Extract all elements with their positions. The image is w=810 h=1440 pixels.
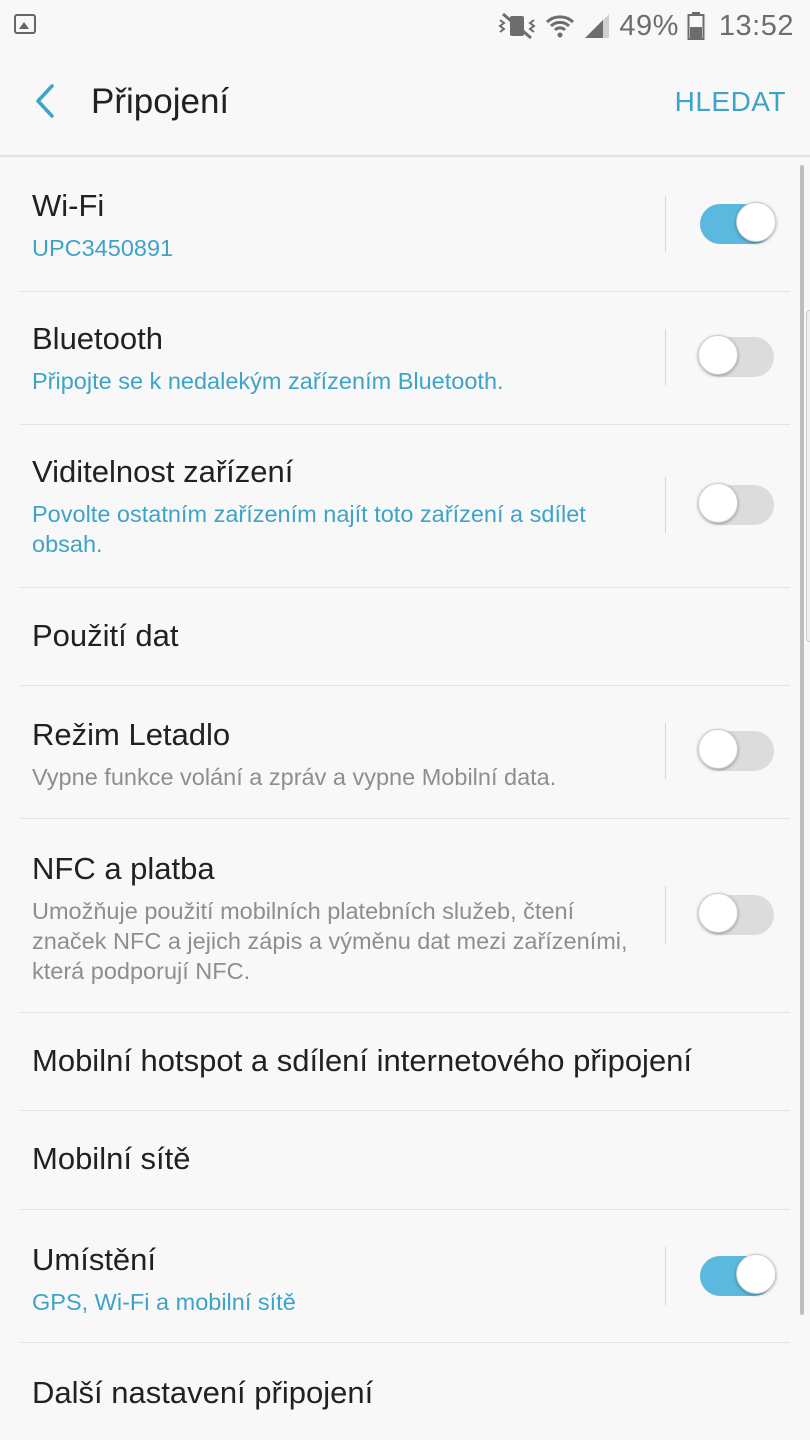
setting-title: NFC a platba <box>32 851 215 886</box>
setting-subtitle: Připojte se k nedalekým zařízením Blueto… <box>32 368 504 394</box>
setting-title: Bluetooth <box>32 321 163 356</box>
setting-row-visibility[interactable]: Viditelnost zařízení Povolte ostatním za… <box>20 424 790 588</box>
wifi-icon <box>545 11 575 41</box>
setting-row-more-connection-settings[interactable]: Další nastavení připojení <box>20 1342 790 1440</box>
back-button[interactable] <box>22 76 68 130</box>
toggle-knob <box>698 335 738 375</box>
search-button[interactable]: HLEDAT <box>675 86 786 118</box>
setting-row-airplane-mode[interactable]: Režim Letadlo Vypne funkce volání a zprá… <box>20 685 790 819</box>
setting-row-hotspot[interactable]: Mobilní hotspot a sdílení internetového … <box>20 1012 790 1111</box>
page-title: Připojení <box>91 82 230 121</box>
visibility-toggle[interactable] <box>698 483 774 525</box>
status-bar: 49% 13:52 <box>0 0 810 52</box>
battery-icon <box>687 11 705 41</box>
divider <box>665 886 666 944</box>
status-icons: 49% 13:52 <box>497 8 794 44</box>
setting-title: Další nastavení připojení <box>32 1375 374 1410</box>
wifi-toggle[interactable] <box>700 202 776 244</box>
setting-subtitle: Povolte ostatním zařízením najít toto za… <box>32 501 586 557</box>
nfc-toggle[interactable] <box>698 893 774 935</box>
signal-icon <box>583 11 611 41</box>
setting-subtitle: Vypne funkce volání a zpráv a vypne Mobi… <box>32 764 557 790</box>
setting-row-wifi[interactable]: Wi-Fi UPC3450891 <box>20 158 790 292</box>
setting-row-nfc[interactable]: NFC a platba Umožňuje použití mobilních … <box>20 818 790 1013</box>
toggle-knob <box>698 729 738 769</box>
clock: 13:52 <box>718 9 794 42</box>
scrollbar[interactable] <box>800 165 804 1315</box>
setting-row-mobile-networks[interactable]: Mobilní sítě <box>20 1110 790 1210</box>
setting-row-bluetooth[interactable]: Bluetooth Připojte se k nedalekým zaříze… <box>20 291 790 425</box>
setting-title: Použití dat <box>32 618 179 653</box>
gallery-icon <box>14 14 36 34</box>
toggle-knob <box>736 1254 776 1294</box>
toggle-knob <box>698 483 738 523</box>
setting-title: Režim Letadlo <box>32 717 231 752</box>
chevron-left-icon <box>34 83 56 124</box>
battery-percent: 49% <box>619 9 679 42</box>
toggle-knob <box>736 202 776 242</box>
location-toggle[interactable] <box>700 1254 776 1296</box>
airplane-mode-toggle[interactable] <box>698 729 774 771</box>
vibrate-off-icon <box>497 11 537 41</box>
setting-subtitle: Umožňuje použití mobilních platebních sl… <box>32 898 628 984</box>
divider <box>665 329 666 385</box>
setting-title: Viditelnost zařízení <box>32 454 294 489</box>
toggle-knob <box>698 893 738 933</box>
setting-title: Mobilní hotspot a sdílení internetového … <box>32 1043 693 1078</box>
setting-row-location[interactable]: Umístění GPS, Wi-Fi a mobilní sítě <box>20 1209 790 1343</box>
setting-title: Umístění <box>32 1242 157 1277</box>
divider <box>665 196 666 252</box>
bluetooth-toggle[interactable] <box>698 335 774 377</box>
setting-subtitle: GPS, Wi-Fi a mobilní sítě <box>32 1289 296 1315</box>
divider <box>665 477 666 533</box>
divider <box>665 1247 666 1305</box>
setting-title: Wi-Fi <box>32 188 105 223</box>
setting-row-data-usage[interactable]: Použití dat <box>20 587 790 686</box>
setting-subtitle: UPC3450891 <box>32 235 174 261</box>
setting-title: Mobilní sítě <box>32 1141 191 1176</box>
app-bar: Připojení HLEDAT <box>0 52 810 155</box>
divider <box>665 723 666 779</box>
edge-panel-handle[interactable] <box>806 310 810 642</box>
